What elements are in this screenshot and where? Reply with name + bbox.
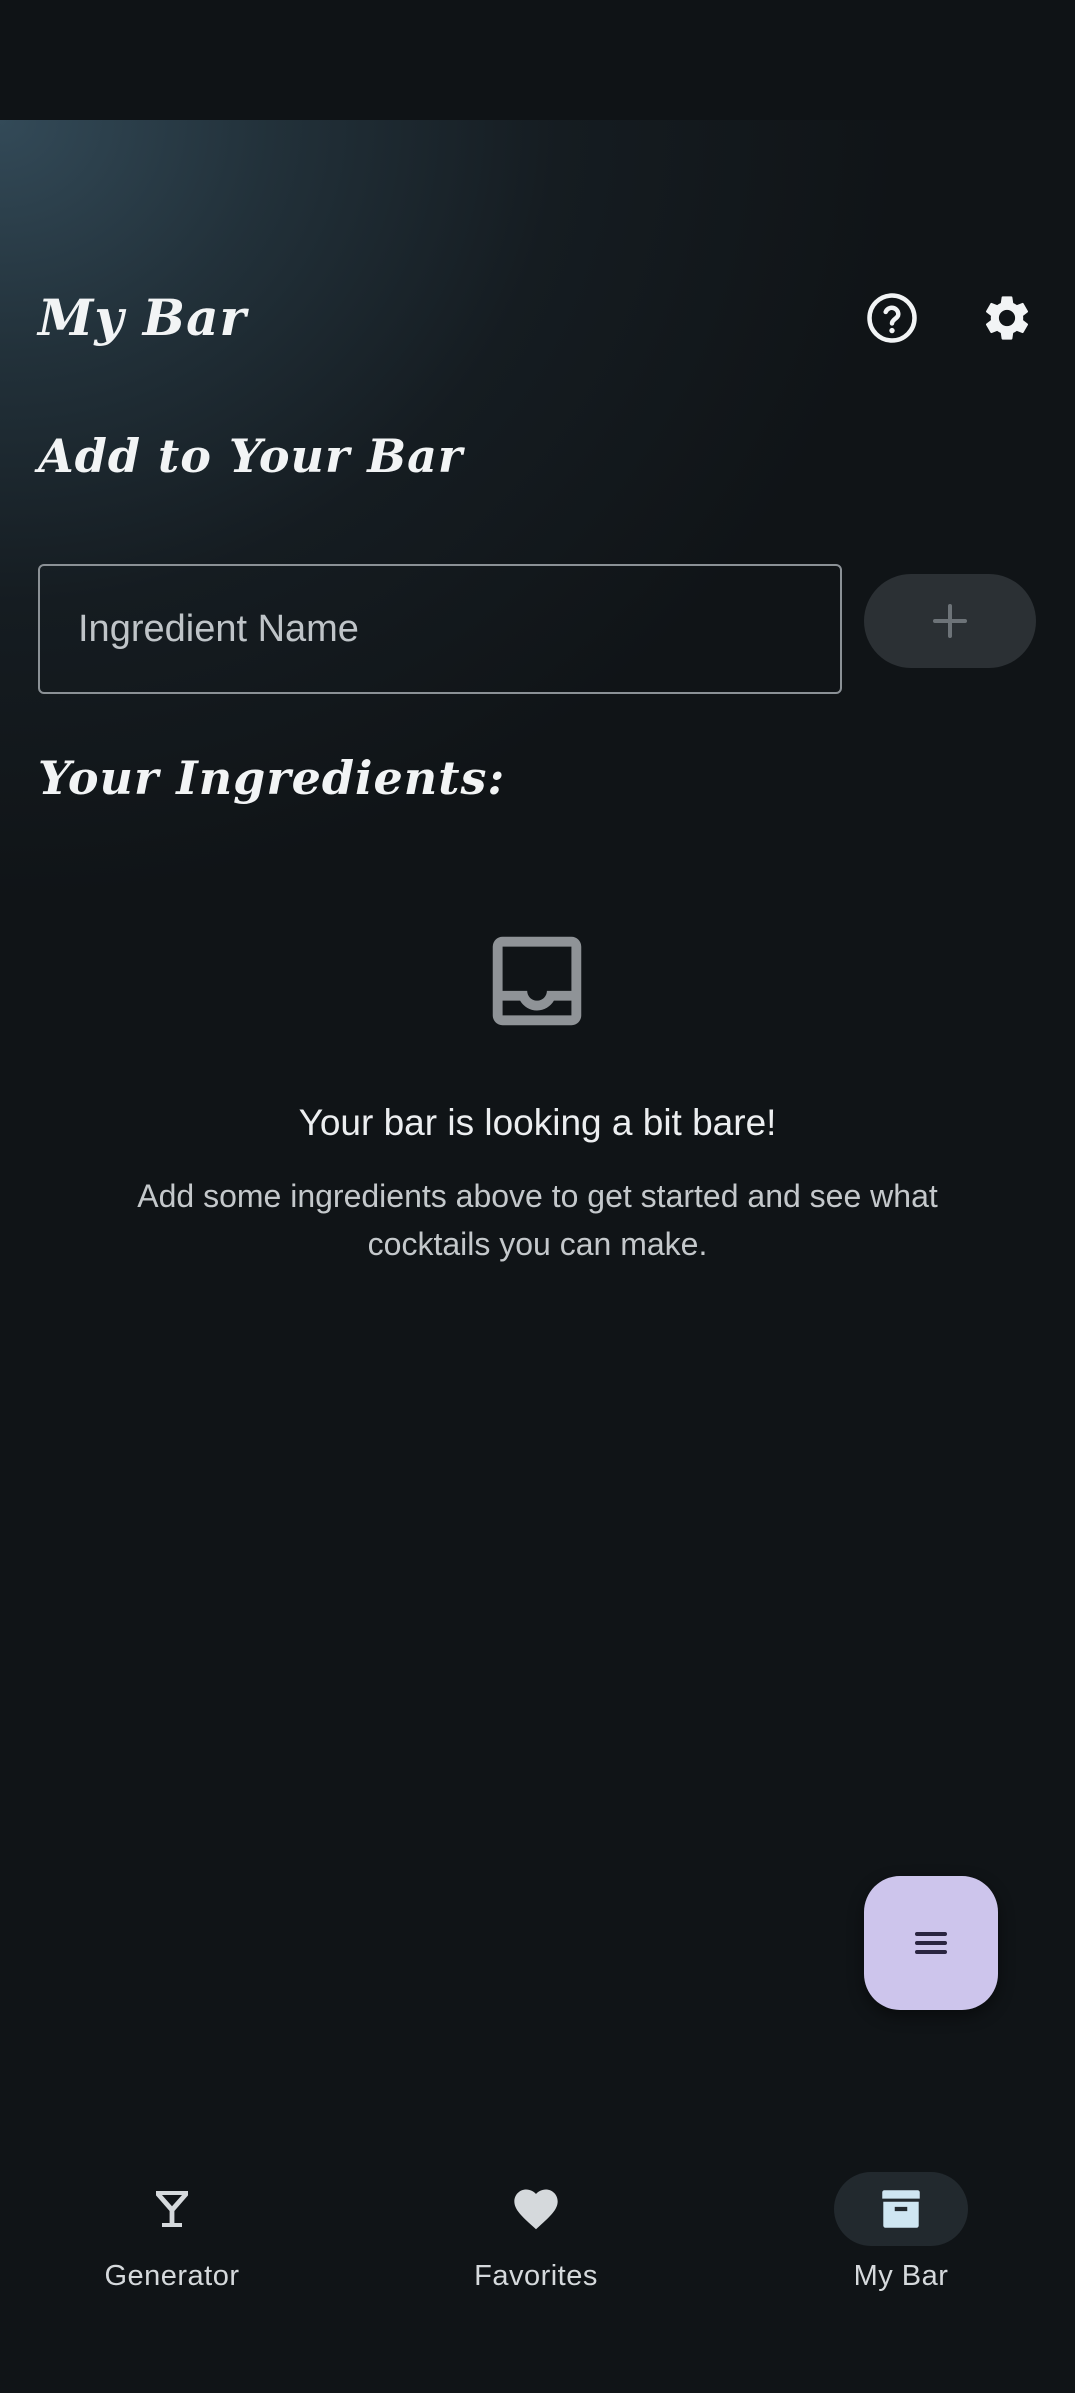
empty-state-description: Add some ingredients above to get starte…	[137, 1178, 938, 1262]
nav-icon-container	[469, 2172, 603, 2246]
nav-label: Generator	[104, 2260, 240, 2292]
settings-button[interactable]	[972, 283, 1042, 353]
plus-icon	[933, 604, 967, 638]
menu-icon	[915, 1932, 947, 1954]
nav-item-favorites[interactable]: Favorites	[386, 2172, 686, 2296]
heart-icon	[514, 2189, 558, 2230]
ingredients-section-title: Your Ingredients:	[38, 751, 506, 805]
nav-item-generator[interactable]: Generator	[22, 2172, 322, 2296]
help-circle-icon	[867, 293, 917, 343]
help-button[interactable]	[857, 283, 927, 353]
menu-fab-button[interactable]	[864, 1876, 998, 2010]
inbox-tray-icon	[492, 936, 582, 1026]
page-title: My Bar	[38, 288, 247, 347]
nav-item-my-bar[interactable]: My Bar	[751, 2172, 1051, 2296]
gear-icon	[985, 296, 1029, 340]
archive-box-icon	[882, 2190, 920, 2228]
nav-label: Favorites	[474, 2260, 598, 2292]
status-bar	[0, 0, 1075, 120]
ingredient-name-input[interactable]	[38, 564, 842, 694]
cocktail-glass-icon	[156, 2191, 188, 2227]
nav-label: My Bar	[853, 2260, 949, 2292]
add-ingredient-button[interactable]	[864, 574, 1036, 668]
nav-icon-container-active	[834, 2172, 968, 2246]
bottom-navigation: Generator Favorites My Bar	[0, 2128, 1075, 2393]
empty-state-title: Your bar is looking a bit bare!	[298, 1102, 777, 1143]
add-section-title: Add to Your Bar	[38, 429, 464, 483]
nav-icon-container	[105, 2172, 239, 2246]
